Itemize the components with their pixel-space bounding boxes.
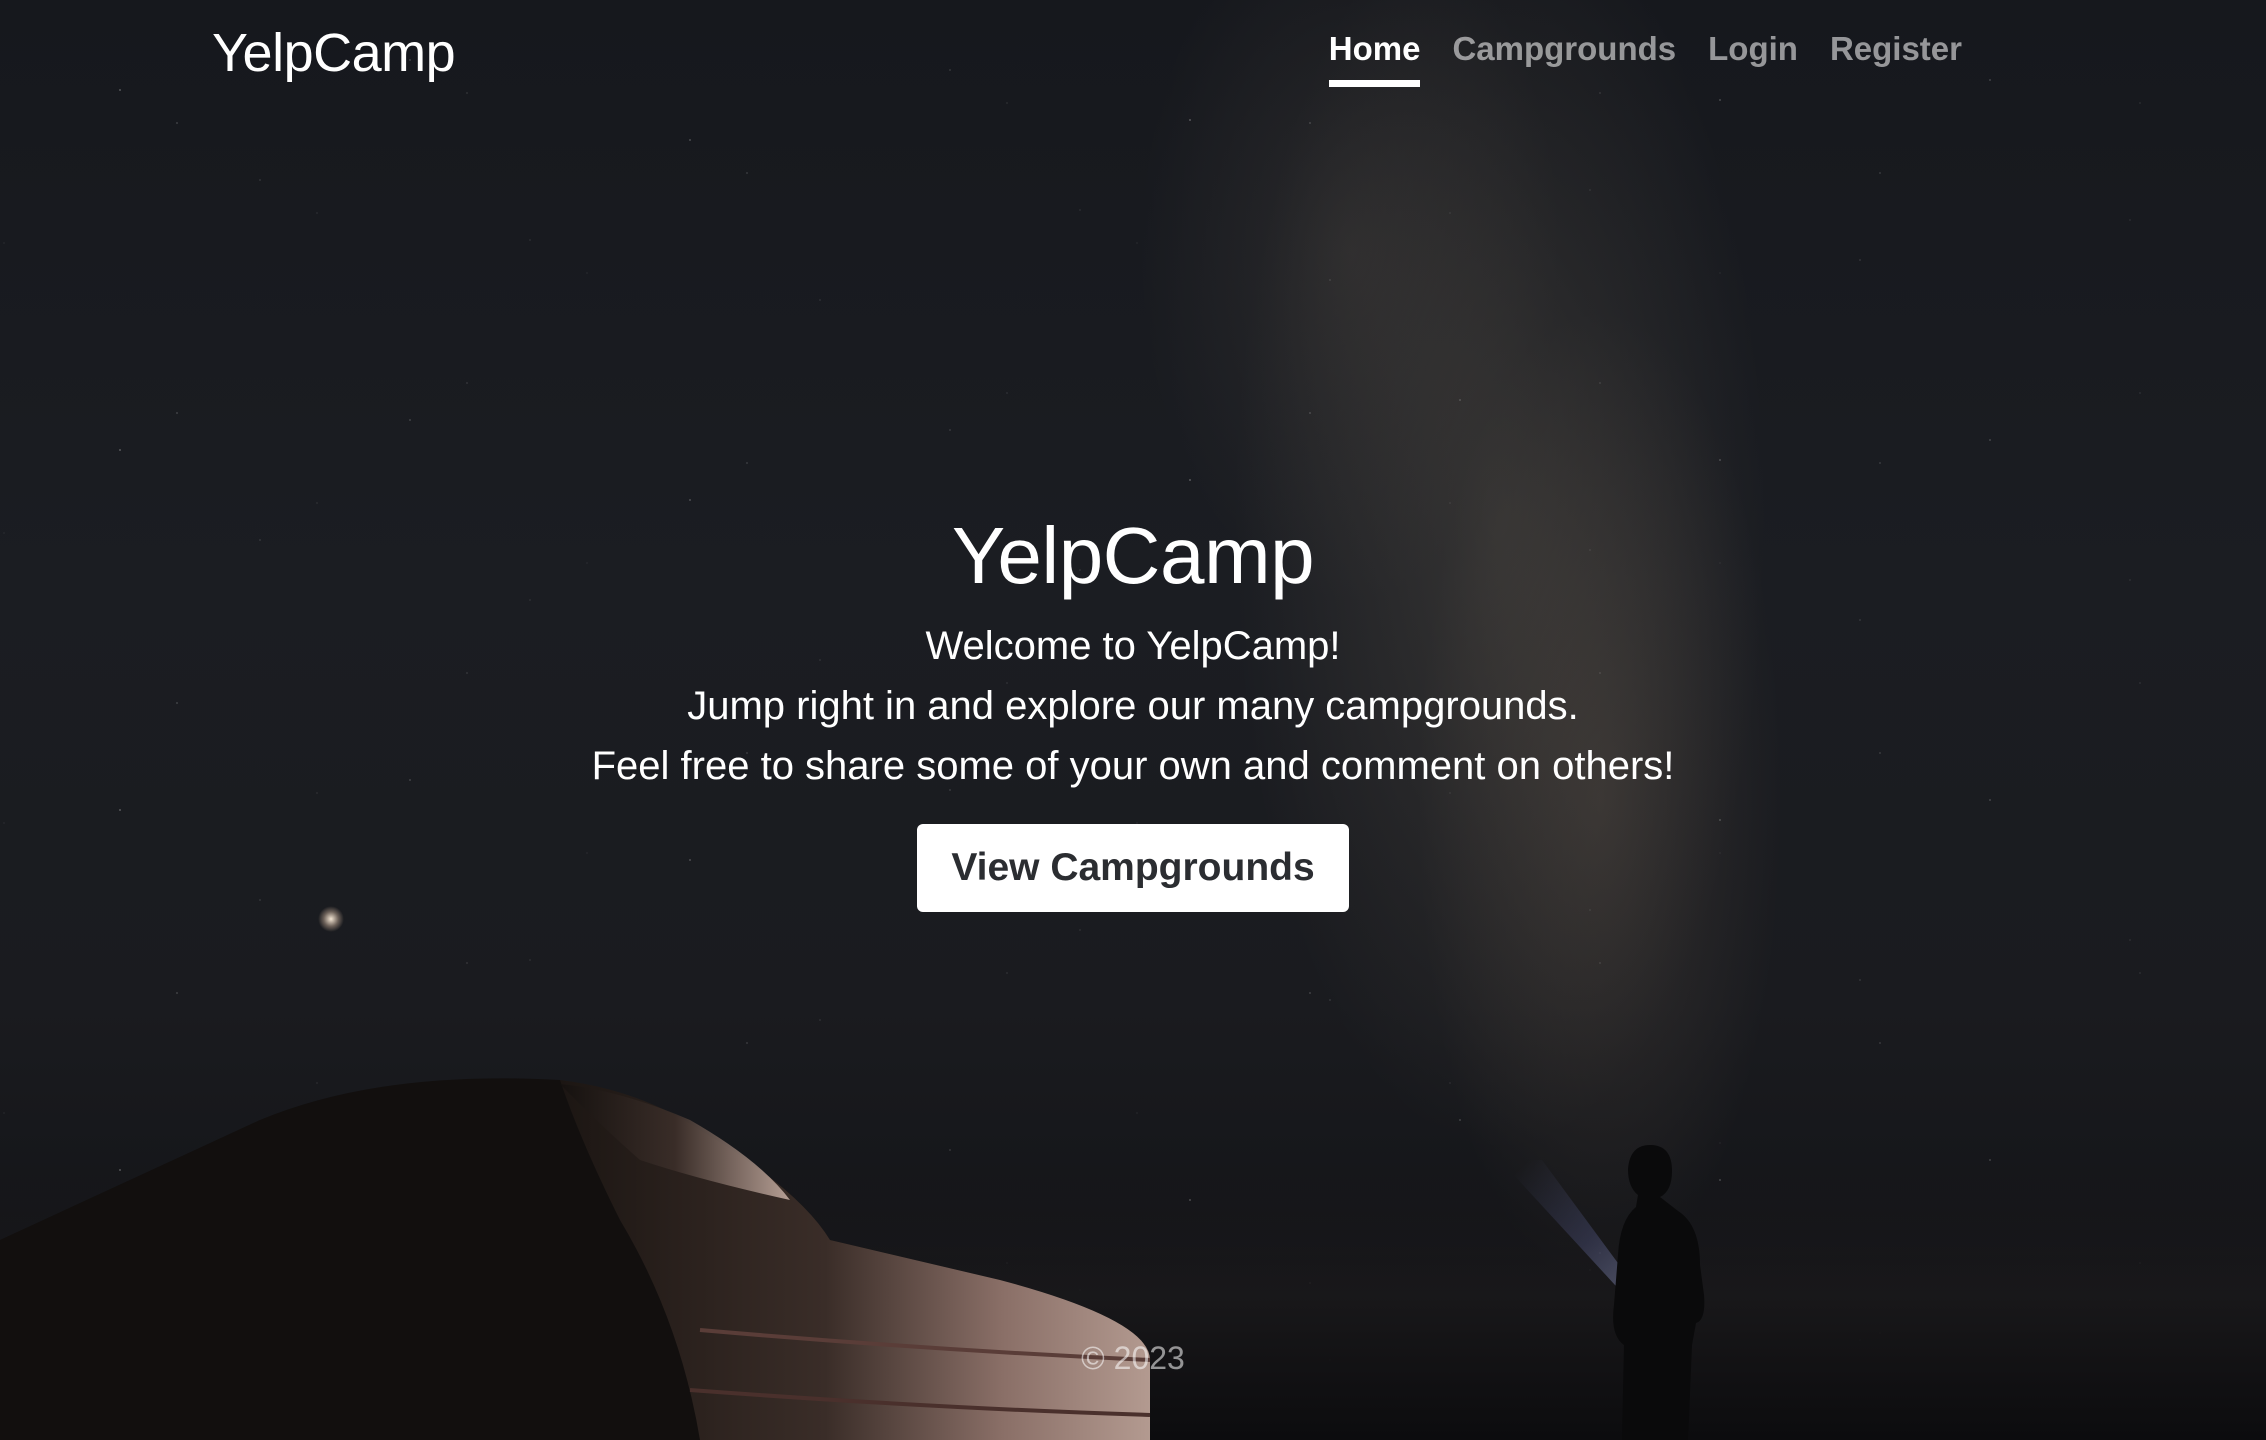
brand-logo[interactable]: YelpCamp bbox=[212, 22, 456, 84]
footer-copyright: © 2023 bbox=[1081, 1340, 1185, 1376]
hero-section: YelpCamp Welcome to YelpCamp! Jump right… bbox=[0, 508, 2266, 912]
hero-title: YelpCamp bbox=[951, 511, 1315, 600]
view-campgrounds-button[interactable]: View Campgrounds bbox=[917, 824, 1349, 912]
nav-link-register[interactable]: Register bbox=[1830, 30, 1962, 87]
hero-share-line: Feel free to share some of your own and … bbox=[591, 744, 1675, 788]
nav-links: Home Campgrounds Login Register bbox=[1328, 30, 1962, 87]
hero-welcome-line: Welcome to YelpCamp! bbox=[925, 624, 1341, 668]
person-silhouette bbox=[1613, 1145, 1705, 1440]
yurt-image bbox=[0, 1078, 1151, 1440]
nav-link-login[interactable]: Login bbox=[1708, 30, 1798, 87]
nav-link-campgrounds[interactable]: Campgrounds bbox=[1452, 30, 1676, 87]
top-navbar: YelpCamp Home Campgrounds Login Register bbox=[0, 0, 2266, 110]
hero-description: Welcome to YelpCamp! Jump right in and e… bbox=[0, 616, 2266, 796]
landing-page: YelpCamp Home Campgrounds Login Register… bbox=[0, 0, 2266, 1440]
hero-explore-line: Jump right in and explore our many campg… bbox=[687, 684, 1579, 728]
nav-link-home[interactable]: Home bbox=[1328, 30, 1421, 87]
